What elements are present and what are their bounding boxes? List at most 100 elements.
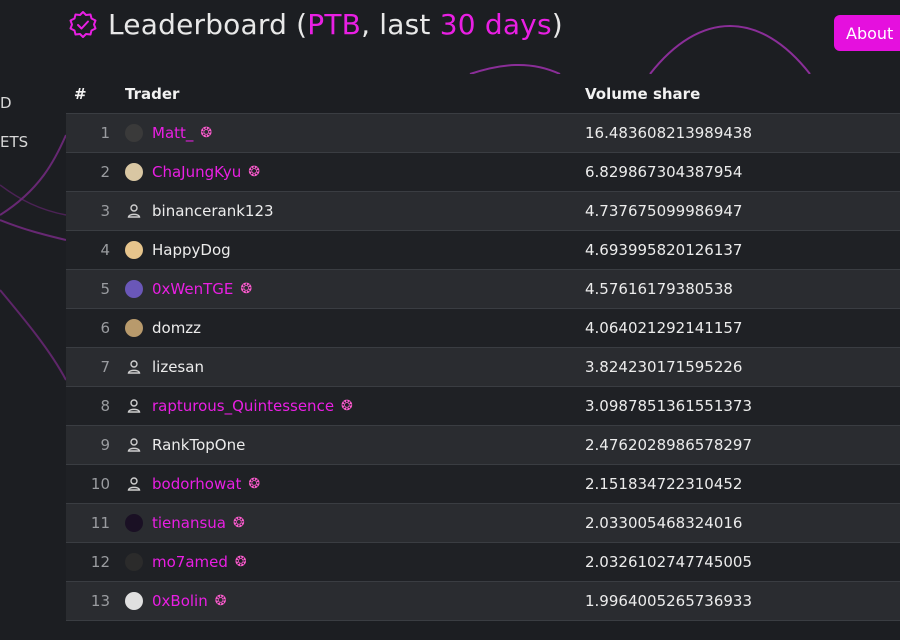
jellyfish-icon: ❂ bbox=[341, 398, 353, 414]
row-trader: Matt_ ❂ bbox=[110, 113, 585, 153]
avatar[interactable] bbox=[125, 514, 143, 532]
trader-cell: tienansua ❂ bbox=[125, 514, 585, 532]
row-volume: 1.9964005265736933 bbox=[585, 581, 900, 621]
table-header-row: # Trader Volume share bbox=[66, 74, 900, 114]
trader-cell: binancerank123 bbox=[125, 202, 585, 220]
row-trader: RankTopOne bbox=[110, 425, 585, 465]
trader-cell: Matt_ ❂ bbox=[125, 124, 585, 142]
row-rank: 4 bbox=[66, 230, 110, 270]
jellyfish-icon: ❂ bbox=[248, 476, 261, 492]
row-trader: domzz bbox=[110, 308, 585, 348]
person-icon bbox=[127, 204, 141, 218]
person-icon bbox=[127, 360, 141, 374]
trader-cell: lizesan bbox=[125, 358, 585, 376]
table-row: 11 tienansua ❂ 2.033005468324016 bbox=[66, 503, 900, 543]
trader-name: binancerank123 bbox=[152, 202, 274, 220]
trader-cell: 0xBolin ❂ bbox=[125, 592, 585, 610]
jellyfish-icon: ❂ bbox=[233, 515, 245, 531]
col-volume-header: Volume share bbox=[585, 74, 900, 114]
trader-name: RankTopOne bbox=[152, 436, 246, 454]
row-rank: 3 bbox=[66, 191, 110, 231]
jellyfish-icon: ❂ bbox=[200, 125, 213, 141]
row-volume: 4.57616179380538 bbox=[585, 269, 900, 309]
row-volume: 4.693995820126137 bbox=[585, 230, 900, 270]
trader-name[interactable]: 0xBolin bbox=[152, 592, 208, 610]
jellyfish-icon: ❂ bbox=[240, 281, 253, 297]
avatar[interactable] bbox=[125, 319, 143, 337]
table-row: 2 ChaJungKyu ❂ 6.829867304387954 bbox=[66, 152, 900, 192]
about-button[interactable]: About bbox=[834, 15, 900, 51]
title-prefix: Leaderboard ( bbox=[108, 8, 308, 41]
table-row: 13 0xBolin ❂ 1.9964005265736933 bbox=[66, 581, 900, 621]
row-trader: bodorhowat ❂ bbox=[110, 464, 585, 504]
table-row: 5 0xWenTGE ❂ 4.57616179380538 bbox=[66, 269, 900, 309]
avatar[interactable] bbox=[125, 280, 143, 298]
row-rank: 1 bbox=[66, 113, 110, 153]
row-volume: 6.829867304387954 bbox=[585, 152, 900, 192]
row-volume: 4.064021292141157 bbox=[585, 308, 900, 348]
table-row: 10 bodorhowat ❂ 2.151834722310452 bbox=[66, 464, 900, 504]
row-volume: 3.824230171595226 bbox=[585, 347, 900, 387]
sidebar-fragment-1[interactable]: D bbox=[0, 94, 12, 112]
trader-name[interactable]: Matt_ bbox=[152, 124, 193, 142]
table-row: 4 HappyDog 4.693995820126137 bbox=[66, 230, 900, 270]
trader-name: lizesan bbox=[152, 358, 204, 376]
table-row: 3 binancerank123 4.737675099986947 bbox=[66, 191, 900, 231]
col-trader-header: Trader bbox=[110, 74, 585, 114]
avatar[interactable] bbox=[125, 592, 143, 610]
page-header: Leaderboard (PTB, last 30 days) bbox=[68, 8, 563, 41]
trader-name[interactable]: rapturous_Quintessence bbox=[152, 397, 334, 415]
trader-name: HappyDog bbox=[152, 241, 231, 259]
trader-name[interactable]: mo7amed bbox=[152, 553, 228, 571]
trader-name[interactable]: ChaJungKyu bbox=[152, 163, 241, 181]
row-volume: 16.483608213989438 bbox=[585, 113, 900, 153]
trader-cell: ChaJungKyu ❂ bbox=[125, 163, 585, 181]
row-trader: mo7amed ❂ bbox=[110, 542, 585, 582]
table-row: 7 lizesan 3.824230171595226 bbox=[66, 347, 900, 387]
leaderboard-body: 1 Matt_ ❂ 16.483608213989438 2 ChaJungKyu ❂ 6.8… bbox=[66, 113, 900, 621]
sidebar-fragment-2[interactable]: ETS bbox=[0, 133, 28, 151]
trader-cell: bodorhowat ❂ bbox=[125, 475, 585, 493]
table-row: 1 Matt_ ❂ 16.483608213989438 bbox=[66, 113, 900, 153]
row-trader: ChaJungKyu ❂ bbox=[110, 152, 585, 192]
jellyfish-icon: ❂ bbox=[234, 554, 247, 570]
person-icon bbox=[127, 399, 141, 413]
row-rank: 6 bbox=[66, 308, 110, 348]
row-trader: rapturous_Quintessence ❂ bbox=[110, 386, 585, 426]
row-rank: 11 bbox=[66, 503, 110, 543]
trader-name: domzz bbox=[152, 319, 202, 337]
trader-name[interactable]: tienansua bbox=[152, 514, 226, 532]
jellyfish-icon: ❂ bbox=[214, 593, 227, 609]
table-row: 12 mo7amed ❂ 2.0326102747745005 bbox=[66, 542, 900, 582]
title-token[interactable]: PTB bbox=[307, 8, 361, 41]
row-rank: 5 bbox=[66, 269, 110, 309]
title-mid: , last bbox=[361, 8, 440, 41]
row-rank: 13 bbox=[66, 581, 110, 621]
person-icon bbox=[127, 438, 141, 452]
row-rank: 10 bbox=[66, 464, 110, 504]
avatar[interactable] bbox=[125, 163, 143, 181]
trader-cell: domzz bbox=[125, 319, 585, 337]
jellyfish-icon: ❂ bbox=[248, 164, 260, 180]
title-period[interactable]: 30 days bbox=[440, 8, 552, 41]
row-volume: 2.0326102747745005 bbox=[585, 542, 900, 582]
trader-cell: mo7amed ❂ bbox=[125, 553, 585, 571]
avatar[interactable] bbox=[125, 124, 143, 142]
trader-name[interactable]: bodorhowat bbox=[152, 475, 241, 493]
row-volume: 2.4762028986578297 bbox=[585, 425, 900, 465]
avatar[interactable] bbox=[125, 553, 143, 571]
avatar[interactable] bbox=[125, 241, 143, 259]
trader-cell: 0xWenTGE ❂ bbox=[125, 280, 585, 298]
row-rank: 7 bbox=[66, 347, 110, 387]
row-trader: lizesan bbox=[110, 347, 585, 387]
trader-cell: HappyDog bbox=[125, 241, 585, 259]
row-volume: 3.0987851361551373 bbox=[585, 386, 900, 426]
trader-name[interactable]: 0xWenTGE bbox=[152, 280, 233, 298]
row-volume: 2.033005468324016 bbox=[585, 503, 900, 543]
person-icon bbox=[127, 477, 141, 491]
row-trader: 0xBolin ❂ bbox=[110, 581, 585, 621]
row-rank: 8 bbox=[66, 386, 110, 426]
col-rank-header: # bbox=[66, 74, 110, 114]
row-rank: 12 bbox=[66, 542, 110, 582]
trader-cell: RankTopOne bbox=[125, 436, 585, 454]
